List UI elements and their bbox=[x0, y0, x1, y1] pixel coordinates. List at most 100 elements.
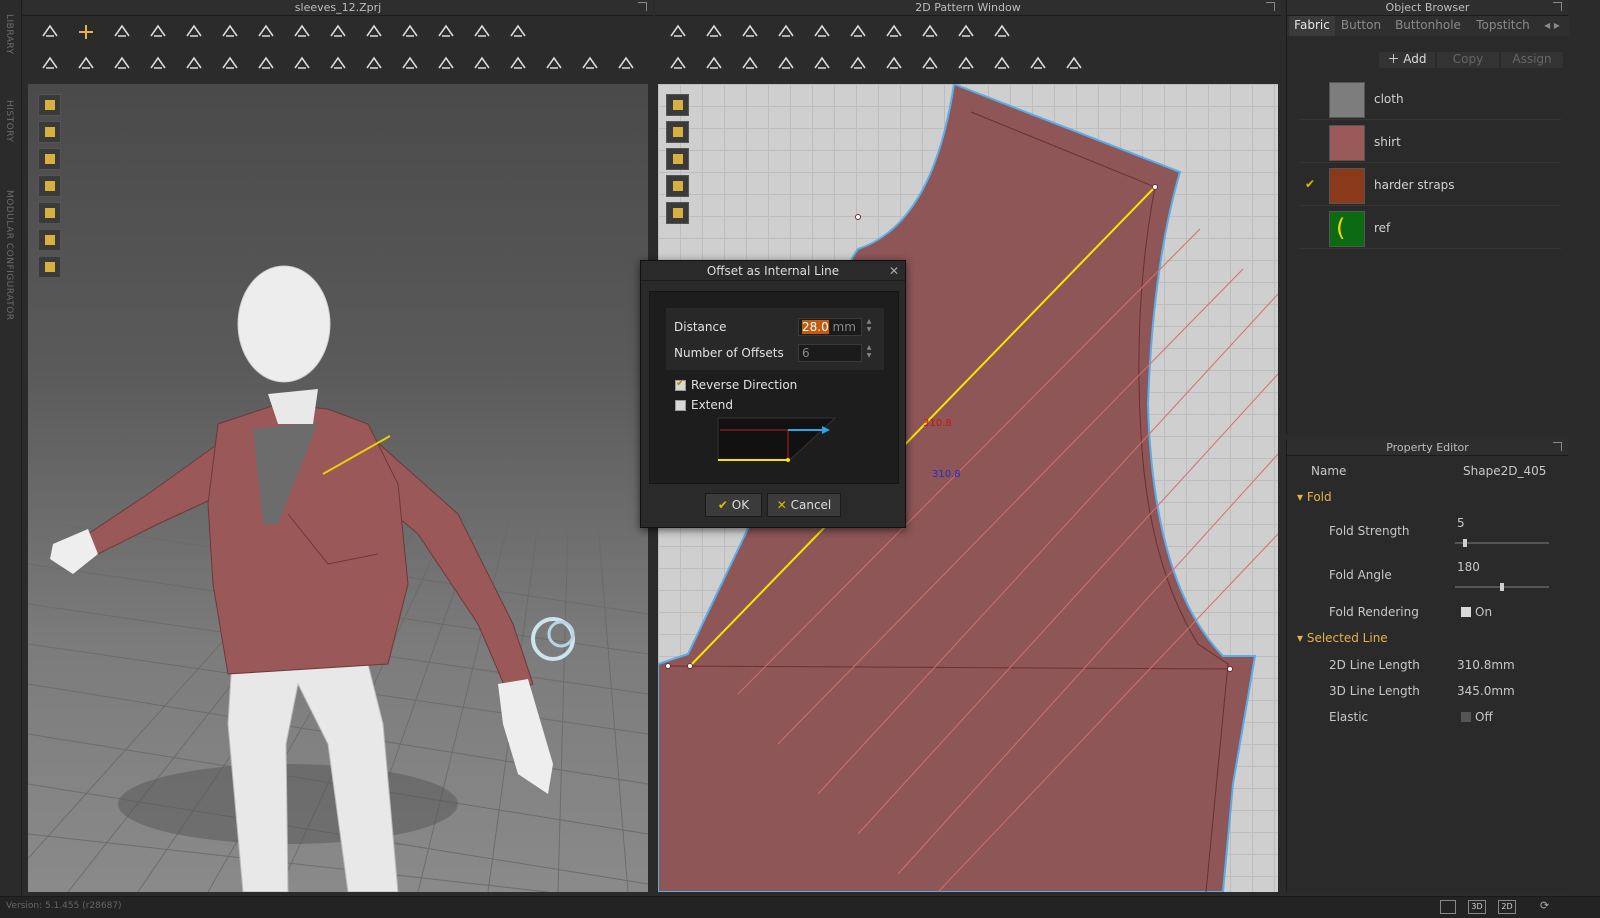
2d-bottom-tool-icon[interactable] bbox=[952, 51, 980, 77]
3d-bottom-tool-icon[interactable] bbox=[36, 51, 64, 77]
3d-top-tool-icon[interactable] bbox=[36, 19, 64, 45]
offsets-spinner[interactable]: ▲ ▼ bbox=[864, 344, 874, 362]
side-tool-icon[interactable] bbox=[38, 175, 61, 197]
2d-top-tool-icon[interactable] bbox=[772, 19, 800, 45]
2d-top-tool-icon[interactable] bbox=[736, 19, 764, 45]
ok-button[interactable]: ✔ OK bbox=[705, 493, 762, 517]
3d-bottom-tool-icon[interactable] bbox=[288, 51, 316, 77]
reverse-direction-checkbox[interactable] bbox=[675, 378, 686, 391]
fold-angle-slider[interactable] bbox=[1455, 583, 1549, 591]
2d-bottom-tool-icon[interactable] bbox=[1060, 51, 1088, 77]
2d-top-tool-icon[interactable] bbox=[952, 19, 980, 45]
close-icon[interactable]: ✕ bbox=[889, 264, 899, 278]
popout-browser-icon[interactable] bbox=[1553, 2, 1562, 11]
tab-fabric[interactable]: Fabric bbox=[1289, 16, 1335, 36]
3d-top-tool-icon[interactable] bbox=[180, 19, 208, 45]
side-tool-icon[interactable] bbox=[38, 229, 61, 251]
3d-bottom-tool-icon[interactable] bbox=[576, 51, 604, 77]
2d-top-tool-icon[interactable] bbox=[808, 19, 836, 45]
view-3d-button[interactable]: 3D bbox=[1468, 900, 1486, 914]
copy-button[interactable]: Copy bbox=[1437, 52, 1499, 68]
2d-bottom-tool-icon[interactable] bbox=[736, 51, 764, 77]
popout-2d-icon[interactable] bbox=[1266, 2, 1275, 11]
side-tool-icon[interactable] bbox=[666, 148, 689, 170]
fold-strength-slider[interactable] bbox=[1455, 539, 1549, 547]
fold-angle-value[interactable]: 180 bbox=[1457, 560, 1480, 574]
3d-bottom-tool-icon[interactable] bbox=[468, 51, 496, 77]
3d-bottom-tool-icon[interactable] bbox=[360, 51, 388, 77]
2d-bottom-tool-icon[interactable] bbox=[772, 51, 800, 77]
selected-line-section[interactable]: ▾ Selected Line bbox=[1297, 631, 1388, 645]
side-tool-icon[interactable] bbox=[38, 256, 61, 278]
2d-top-tool-icon[interactable] bbox=[844, 19, 872, 45]
3d-top-tool-icon[interactable] bbox=[396, 19, 424, 45]
2d-bottom-tool-icon[interactable] bbox=[880, 51, 908, 77]
3d-bottom-tool-icon[interactable] bbox=[144, 51, 172, 77]
3d-top-tool-icon[interactable] bbox=[288, 19, 316, 45]
side-tool-icon[interactable] bbox=[666, 175, 689, 197]
3d-top-tool-icon[interactable] bbox=[72, 19, 100, 45]
side-tool-icon[interactable] bbox=[38, 202, 61, 224]
2d-top-tool-icon[interactable] bbox=[988, 19, 1016, 45]
3d-bottom-tool-icon[interactable] bbox=[72, 51, 100, 77]
cancel-button[interactable]: ✕ Cancel bbox=[767, 493, 841, 517]
3d-bottom-tool-icon[interactable] bbox=[540, 51, 568, 77]
3d-bottom-tool-icon[interactable] bbox=[252, 51, 280, 77]
2d-top-tool-icon[interactable] bbox=[664, 19, 692, 45]
assign-button[interactable]: Assign bbox=[1501, 52, 1563, 68]
3d-bottom-tool-icon[interactable] bbox=[216, 51, 244, 77]
fold-rendering-checkbox[interactable] bbox=[1461, 607, 1471, 617]
popout-property-icon[interactable] bbox=[1553, 442, 1562, 451]
fold-strength-value[interactable]: 5 bbox=[1457, 516, 1465, 530]
3d-bottom-tool-icon[interactable] bbox=[108, 51, 136, 77]
distance-spinner[interactable]: ▲ ▼ bbox=[864, 318, 874, 336]
add-button[interactable]: ＋ Add bbox=[1379, 52, 1435, 68]
2d-bottom-tool-icon[interactable] bbox=[664, 51, 692, 77]
fabric-item[interactable]: ✔ harder straps bbox=[1299, 164, 1561, 206]
3d-top-tool-icon[interactable] bbox=[216, 19, 244, 45]
2d-bottom-tool-icon[interactable] bbox=[988, 51, 1016, 77]
fold-section[interactable]: ▾ Fold bbox=[1297, 490, 1332, 504]
popout-3d-icon[interactable] bbox=[638, 2, 647, 11]
refresh-icon[interactable]: ⟳ bbox=[1540, 899, 1549, 912]
3d-top-tool-icon[interactable] bbox=[108, 19, 136, 45]
side-tool-icon[interactable] bbox=[38, 94, 61, 116]
2d-top-tool-icon[interactable] bbox=[916, 19, 944, 45]
tab-scroll-icon[interactable]: ◂ ▸ bbox=[1539, 16, 1565, 36]
side-tool-icon[interactable] bbox=[38, 121, 61, 143]
fabric-item[interactable]: shirt bbox=[1299, 121, 1561, 163]
extend-checkbox[interactable] bbox=[675, 400, 686, 411]
2d-bottom-tool-icon[interactable] bbox=[844, 51, 872, 77]
fabric-item[interactable]: (ref bbox=[1299, 207, 1561, 249]
3d-top-tool-icon[interactable] bbox=[468, 19, 496, 45]
side-tool-icon[interactable] bbox=[38, 148, 61, 170]
view-2d-button[interactable]: 2D bbox=[1498, 900, 1516, 914]
tab-topstitch[interactable]: Topstitch bbox=[1469, 16, 1537, 36]
tab-button[interactable]: Button bbox=[1335, 16, 1387, 36]
fabric-item[interactable]: cloth bbox=[1299, 78, 1561, 120]
3d-top-tool-icon[interactable] bbox=[144, 19, 172, 45]
split-view-icon[interactable] bbox=[1440, 900, 1456, 914]
distance-input[interactable]: 28.0 mm bbox=[798, 318, 862, 336]
3d-bottom-tool-icon[interactable] bbox=[612, 51, 640, 77]
2d-bottom-tool-icon[interactable] bbox=[700, 51, 728, 77]
3d-bottom-tool-icon[interactable] bbox=[432, 51, 460, 77]
3d-bottom-tool-icon[interactable] bbox=[324, 51, 352, 77]
3d-top-tool-icon[interactable] bbox=[432, 19, 460, 45]
modular-configurator-tab[interactable]: MODULAR CONFIGURATOR bbox=[4, 190, 14, 321]
3d-bottom-tool-icon[interactable] bbox=[180, 51, 208, 77]
2d-bottom-tool-icon[interactable] bbox=[808, 51, 836, 77]
3d-top-tool-icon[interactable] bbox=[252, 19, 280, 45]
3d-top-tool-icon[interactable] bbox=[324, 19, 352, 45]
3d-bottom-tool-icon[interactable] bbox=[396, 51, 424, 77]
3d-top-tool-icon[interactable] bbox=[360, 19, 388, 45]
2d-bottom-tool-icon[interactable] bbox=[1024, 51, 1052, 77]
side-tool-icon[interactable] bbox=[666, 121, 689, 143]
name-value[interactable]: Shape2D_405 bbox=[1463, 464, 1546, 478]
viewport-3d[interactable] bbox=[28, 84, 648, 892]
2d-top-tool-icon[interactable] bbox=[880, 19, 908, 45]
3d-bottom-tool-icon[interactable] bbox=[504, 51, 532, 77]
2d-bottom-tool-icon[interactable] bbox=[916, 51, 944, 77]
2d-top-tool-icon[interactable] bbox=[700, 19, 728, 45]
elastic-checkbox[interactable] bbox=[1461, 712, 1471, 722]
